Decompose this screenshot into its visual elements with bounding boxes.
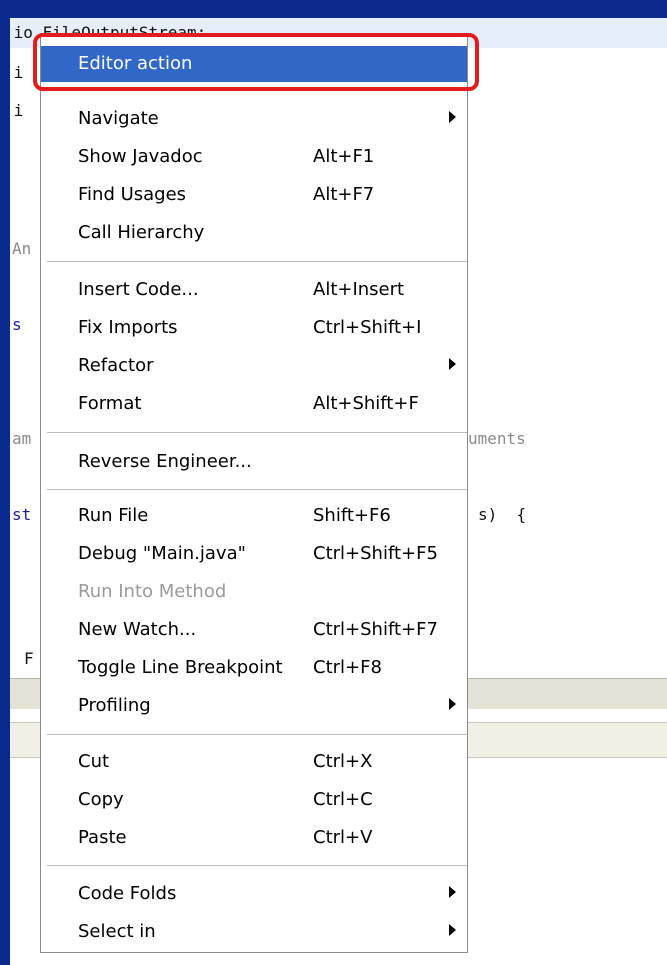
menu-item-format[interactable]: Format Alt+Shift+F xyxy=(41,386,467,422)
menu-item-run-into-method: Run Into Method xyxy=(41,574,467,610)
menu-item-show-javadoc[interactable]: Show Javadoc Alt+F1 xyxy=(41,139,467,175)
menu-item-new-watch[interactable]: New Watch... Ctrl+Shift+F7 xyxy=(41,612,467,648)
menu-item-label: New Watch... xyxy=(78,619,197,640)
menu-item-label: Insert Code... xyxy=(78,279,199,300)
menu-item-label: Format xyxy=(78,393,142,414)
submenu-arrow-icon xyxy=(449,886,456,898)
code-line: An xyxy=(12,239,32,258)
menu-item-refactor[interactable]: Refactor xyxy=(41,348,467,384)
menu-item-label: Profiling xyxy=(78,695,151,716)
menu-item-label: Call Hierarchy xyxy=(78,222,205,243)
menu-item-fix-imports[interactable]: Fix Imports Ctrl+Shift+I xyxy=(41,310,467,346)
menu-item-select-in[interactable]: Select in xyxy=(41,914,467,950)
menu-item-label: Refactor xyxy=(78,355,154,376)
menu-item-toggle-line-breakpoint[interactable]: Toggle Line Breakpoint Ctrl+F8 xyxy=(41,650,467,686)
menu-item-call-hierarchy[interactable]: Call Hierarchy xyxy=(41,215,467,251)
menu-item-label: Show Javadoc xyxy=(78,146,203,167)
highlight-outline xyxy=(33,33,479,91)
context-menu: Editor action Navigate Show Javadoc Alt+… xyxy=(40,33,468,953)
menu-item-label: Select in xyxy=(78,921,156,942)
menu-item-shortcut: Ctrl+Shift+F7 xyxy=(313,619,438,640)
menu-item-label: Fix Imports xyxy=(78,317,178,338)
menu-separator xyxy=(47,734,467,736)
submenu-arrow-icon xyxy=(449,111,456,123)
code-line: .i xyxy=(10,101,24,120)
menu-item-shortcut: Ctrl+X xyxy=(313,751,373,772)
menu-item-code-folds[interactable]: Code Folds xyxy=(41,876,467,912)
submenu-arrow-icon xyxy=(449,698,456,710)
menu-item-shortcut: Ctrl+Shift+I xyxy=(313,317,422,338)
menu-item-label: Copy xyxy=(78,789,124,810)
menu-item-label: Toggle Line Breakpoint xyxy=(78,657,283,678)
menu-item-label: Reverse Engineer... xyxy=(78,451,252,472)
menu-item-shortcut: Alt+Insert xyxy=(313,279,405,300)
menu-item-shortcut: Ctrl+Shift+F5 xyxy=(313,543,438,564)
menu-separator xyxy=(47,432,467,434)
code-line: st xyxy=(12,505,32,524)
menu-item-shortcut: Ctrl+V xyxy=(313,827,373,848)
code-line: F xyxy=(24,649,34,668)
code-line: uments xyxy=(468,429,526,448)
menu-item-label: Run Into Method xyxy=(78,581,227,602)
code-line: s) { xyxy=(478,505,527,524)
menu-item-label: Cut xyxy=(78,751,110,772)
menu-separator xyxy=(47,865,467,867)
menu-item-navigate[interactable]: Navigate xyxy=(41,101,467,137)
menu-item-label: Code Folds xyxy=(78,883,177,904)
menu-item-shortcut: Ctrl+F8 xyxy=(313,657,382,678)
menu-item-reverse-engineer[interactable]: Reverse Engineer... xyxy=(41,444,467,480)
menu-item-profiling[interactable]: Profiling xyxy=(41,688,467,724)
submenu-arrow-icon xyxy=(449,358,456,370)
menu-item-shortcut: Alt+F1 xyxy=(313,146,375,167)
menu-item-label: Run File xyxy=(78,505,149,526)
menu-item-shortcut: Shift+F6 xyxy=(313,505,391,526)
submenu-arrow-icon xyxy=(449,924,456,936)
menu-item-shortcut: Alt+F7 xyxy=(313,184,375,205)
menu-item-debug-main[interactable]: Debug "Main.java" Ctrl+Shift+F5 xyxy=(41,536,467,572)
code-line: .i xyxy=(10,63,24,82)
menu-item-label: Navigate xyxy=(78,108,159,129)
menu-item-insert-code[interactable]: Insert Code... Alt+Insert xyxy=(41,272,467,308)
menu-item-label: Debug "Main.java" xyxy=(78,543,246,564)
menu-item-shortcut: Ctrl+C xyxy=(313,789,373,810)
menu-item-shortcut: Alt+Shift+F xyxy=(313,393,419,414)
menu-separator xyxy=(47,489,467,491)
menu-separator xyxy=(47,261,467,263)
menu-item-copy[interactable]: Copy Ctrl+C xyxy=(41,782,467,818)
menu-item-paste[interactable]: Paste Ctrl+V xyxy=(41,820,467,856)
menu-item-label: Paste xyxy=(78,827,127,848)
menu-item-cut[interactable]: Cut Ctrl+X xyxy=(41,744,467,780)
menu-item-find-usages[interactable]: Find Usages Alt+F7 xyxy=(41,177,467,213)
menu-item-label: Find Usages xyxy=(78,184,187,205)
menu-item-run-file[interactable]: Run File Shift+F6 xyxy=(41,498,467,534)
code-line: am xyxy=(12,429,32,448)
code-line: s xyxy=(12,315,22,334)
